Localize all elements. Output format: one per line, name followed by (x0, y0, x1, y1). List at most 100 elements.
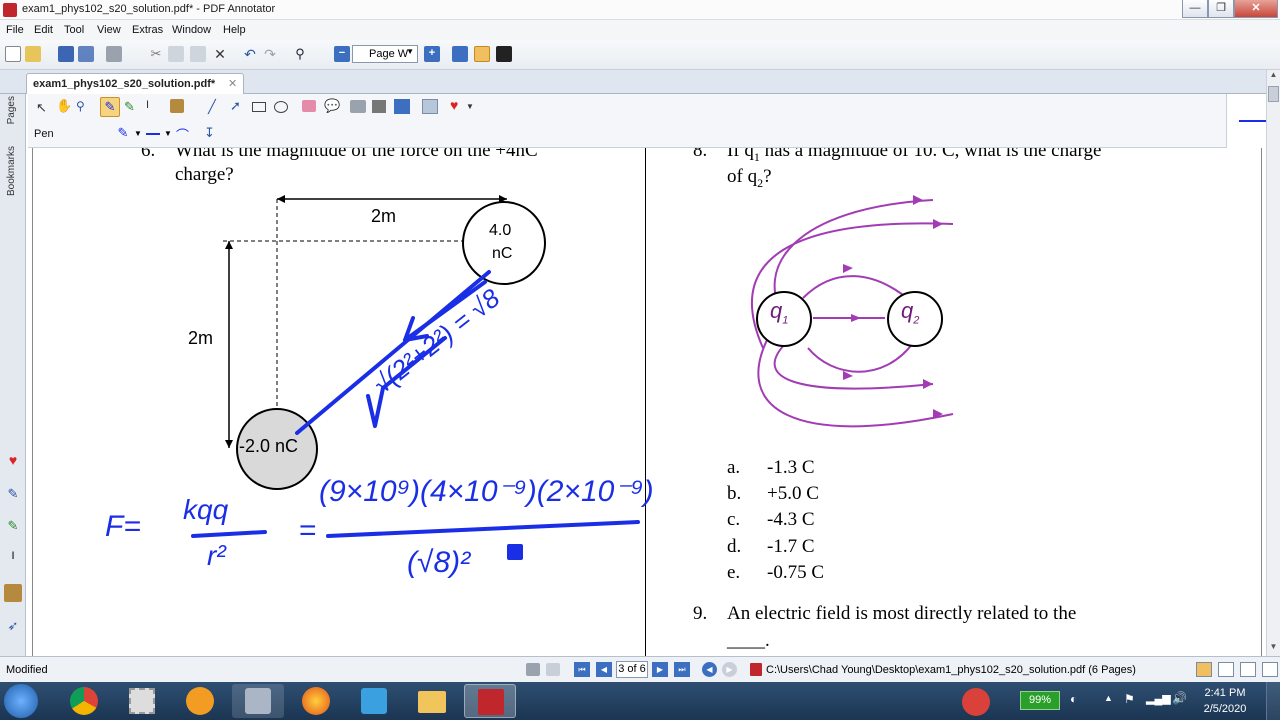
print-preview-icon[interactable] (526, 663, 540, 676)
bookmarks-panel-tab[interactable]: Bookmarks (6, 146, 17, 196)
page-setup-icon[interactable] (546, 663, 560, 676)
camera-snapshot-icon[interactable] (350, 100, 366, 113)
pdf-page-view[interactable]: 6. What is the magnitude of the force on… (32, 148, 1262, 656)
show-hidden-icons[interactable]: ▲ (1104, 693, 1113, 703)
signal-icon[interactable]: ▂▄▆ (1146, 692, 1171, 705)
clock-date[interactable]: 2/5/2020 (1200, 703, 1250, 715)
stamp-tool-icon[interactable] (170, 99, 184, 113)
volume-icon[interactable]: 🔊 (1172, 691, 1187, 705)
vertical-scrollbar[interactable]: ▲ ▼ (1266, 70, 1280, 656)
text-tool-icon[interactable]: I (4, 550, 22, 568)
show-desktop-button[interactable] (1266, 682, 1280, 720)
pen-icon[interactable]: ✎ (4, 486, 22, 504)
print-icon[interactable] (106, 46, 122, 62)
taskbar-explorer[interactable] (232, 684, 284, 718)
taskbar-chrome[interactable] (58, 684, 110, 718)
close-button[interactable]: ✕ (1234, 0, 1278, 18)
taskbar-camera-app[interactable] (174, 684, 226, 718)
menu-help[interactable]: Help (223, 24, 246, 36)
find-binoculars-icon[interactable]: ⚲ (292, 46, 308, 62)
pen-tool-icon[interactable]: ✎ (100, 97, 120, 117)
redo-icon[interactable]: ↷ (262, 46, 278, 62)
save-all-icon[interactable] (78, 46, 94, 62)
delete-icon[interactable]: ✕ (212, 46, 228, 62)
active-pen-color-swatch[interactable] (1239, 120, 1267, 122)
highlighter-tool-icon[interactable]: ✎ (124, 99, 135, 115)
tray-app-icon[interactable] (962, 688, 990, 716)
clock-time[interactable]: 2:41 PM (1200, 687, 1250, 699)
highlighter-icon[interactable]: ✎ (4, 518, 22, 536)
favorites-heart-icon[interactable]: ♥ (4, 452, 22, 470)
tab-close-icon[interactable]: ✕ (228, 77, 237, 90)
text-tool-icon[interactable]: I (146, 99, 149, 111)
ellipse-tool-icon[interactable] (274, 101, 288, 113)
book-view-icon[interactable] (1262, 662, 1278, 677)
insert-page-icon[interactable] (422, 99, 438, 114)
taskbar-pdf-annotator[interactable] (464, 684, 516, 718)
open-folder-icon[interactable] (25, 46, 41, 62)
pages-panel-tab[interactable]: Pages (6, 96, 17, 124)
zoom-out-icon[interactable]: − (334, 46, 350, 62)
menu-tool[interactable]: Tool (64, 24, 84, 36)
cut-icon[interactable]: ✂ (148, 46, 164, 62)
maximize-button[interactable]: ❐ (1208, 0, 1234, 18)
fit-width-icon[interactable] (474, 46, 490, 62)
image-tool-icon[interactable] (372, 100, 386, 113)
chevron-down-icon[interactable]: ▼ (134, 129, 142, 138)
line-width-icon[interactable] (146, 133, 160, 135)
battery-indicator[interactable]: 99% (1020, 691, 1060, 710)
chevron-down-icon[interactable]: ▼ (466, 102, 474, 111)
favorites-heart-icon[interactable]: ♥ (450, 97, 458, 113)
full-screen-icon[interactable] (496, 46, 512, 62)
scroll-up-icon[interactable]: ▲ (1268, 70, 1279, 84)
page-number-field[interactable]: 3 of 6 (616, 661, 648, 678)
rectangle-tool-icon[interactable] (252, 102, 266, 112)
first-page-icon[interactable]: ⏮ (574, 662, 590, 677)
start-button-icon[interactable] (4, 684, 38, 718)
taskbar-editor[interactable] (348, 684, 400, 718)
continuous-view-icon[interactable] (1218, 662, 1234, 677)
select-arrow-icon[interactable]: ↖ (36, 100, 47, 116)
menu-window[interactable]: Window (172, 24, 211, 36)
menu-edit[interactable]: Edit (34, 24, 53, 36)
arrow-tool-icon[interactable]: ➚ (230, 98, 241, 114)
scroll-down-icon[interactable]: ▼ (1268, 642, 1279, 656)
last-page-icon[interactable]: ⏭ (674, 662, 690, 677)
two-page-view-icon[interactable] (1240, 662, 1256, 677)
single-page-view-icon[interactable] (1196, 662, 1212, 677)
hand-tool-icon[interactable]: ✋ (56, 98, 72, 114)
taskbar-app[interactable] (116, 684, 168, 718)
next-page-icon[interactable]: ▶ (652, 662, 668, 677)
menu-view[interactable]: View (97, 24, 121, 36)
stamp-icon[interactable] (4, 584, 22, 602)
pressure-icon[interactable]: ↧ (204, 125, 215, 141)
zoom-in-icon[interactable]: + (424, 46, 440, 62)
taskbar-folder[interactable] (406, 684, 458, 718)
flag-icon[interactable]: ⚑ (1124, 692, 1135, 706)
page-width-select[interactable]: Page W ▼ (352, 45, 418, 63)
line-tool-icon[interactable]: ╱ (208, 99, 216, 115)
undo-icon[interactable]: ↶ (242, 46, 258, 62)
scroll-thumb[interactable] (1268, 86, 1279, 102)
menu-extras[interactable]: Extras (132, 24, 163, 36)
new-icon[interactable] (5, 46, 21, 62)
document-tab[interactable]: exam1_phys102_s20_solution.pdf* ✕ (26, 73, 244, 94)
back-icon[interactable]: ◀ (702, 662, 717, 677)
taskbar-firefox[interactable] (290, 684, 342, 718)
save-icon[interactable] (58, 46, 74, 62)
crop-tool-icon[interactable] (394, 99, 410, 114)
chevron-down-icon[interactable]: ▼ (164, 129, 172, 138)
comment-tool-icon[interactable]: 💬 (324, 98, 340, 114)
smooth-stroke-icon[interactable]: ⌒ (176, 125, 189, 144)
paste-icon[interactable] (190, 46, 206, 62)
copy-icon[interactable] (168, 46, 184, 62)
forward-icon[interactable]: ▶ (722, 662, 737, 677)
pen-color-icon[interactable]: ✎ (114, 125, 132, 141)
fit-height-icon[interactable] (452, 46, 468, 62)
eraser-tool-icon[interactable] (302, 100, 316, 112)
pin-icon[interactable]: ➶ (4, 618, 22, 636)
menu-file[interactable]: File (6, 24, 24, 36)
zoom-tool-icon[interactable]: ⚲ (76, 99, 85, 113)
network-icon[interactable]: ◐ (1070, 692, 1077, 706)
minimize-button[interactable]: — (1182, 0, 1208, 18)
